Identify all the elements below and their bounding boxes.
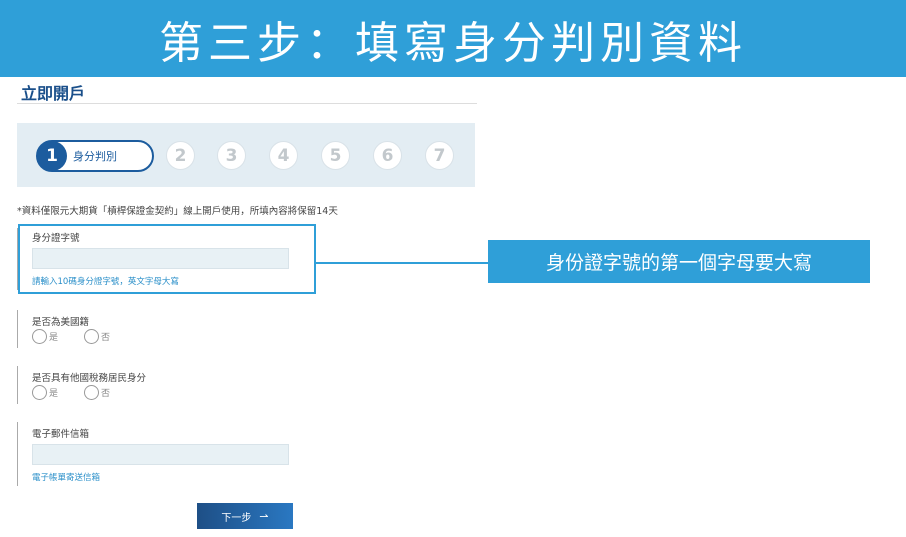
step-1-label: 身分判別 (73, 150, 117, 163)
us-citizen-no-label: 否 (101, 333, 111, 343)
id-field-highlight (18, 224, 316, 294)
callout-connector (316, 262, 489, 264)
foreign-tax-yes-radio[interactable] (32, 385, 47, 400)
foreign-tax-no-radio[interactable] (84, 385, 100, 400)
banner-title: 第三步：填寫身分判別資料 (159, 17, 747, 69)
title-divider (17, 103, 477, 104)
email-label: 電子郵件信箱 (32, 429, 90, 440)
foreign-tax-radio-group: 是 否 (32, 385, 136, 400)
step-3[interactable]: 3 (217, 141, 246, 170)
foreign-tax-label: 是否具有他國稅務居民身分 (32, 373, 147, 384)
next-step-label: 下一步 (221, 512, 252, 524)
field-accent-bar (17, 422, 18, 486)
page-title: 立即開戶 (21, 84, 86, 103)
progress-stepper: 1 身分判別 2 3 4 5 6 7 (17, 123, 475, 187)
next-step-button[interactable]: 下一步 ⇀ (197, 503, 293, 529)
email-input[interactable] (32, 444, 289, 465)
step-6[interactable]: 6 (373, 141, 402, 170)
step-1-active[interactable]: 1 身分判別 (36, 140, 154, 172)
us-citizen-yes-radio[interactable] (32, 329, 47, 344)
us-citizen-yes-label: 是 (49, 333, 59, 343)
step-1-number: 1 (37, 141, 67, 171)
field-accent-bar (17, 366, 18, 404)
foreign-tax-no-label: 否 (101, 389, 111, 399)
step-5[interactable]: 5 (321, 141, 350, 170)
callout-note: 身份證字號的第一個字母要大寫 (488, 240, 870, 283)
us-citizen-no-radio[interactable] (84, 329, 100, 344)
step-2[interactable]: 2 (166, 141, 195, 170)
instruction-banner: 第三步：填寫身分判別資料 (0, 0, 906, 77)
field-accent-bar (17, 310, 18, 348)
foreign-tax-yes-label: 是 (49, 389, 59, 399)
us-citizen-label: 是否為美國籍 (32, 317, 90, 328)
notice-text: *資料僅限元大期貨「槓桿保證金契約」線上開戶使用，所填內容將保留14天 (17, 206, 338, 217)
step-7[interactable]: 7 (425, 141, 454, 170)
email-hint: 電子帳單寄送信箱 (32, 473, 101, 483)
step-4[interactable]: 4 (269, 141, 298, 170)
arrow-right-icon: ⇀ (259, 509, 269, 523)
us-citizen-radio-group: 是 否 (32, 329, 136, 344)
